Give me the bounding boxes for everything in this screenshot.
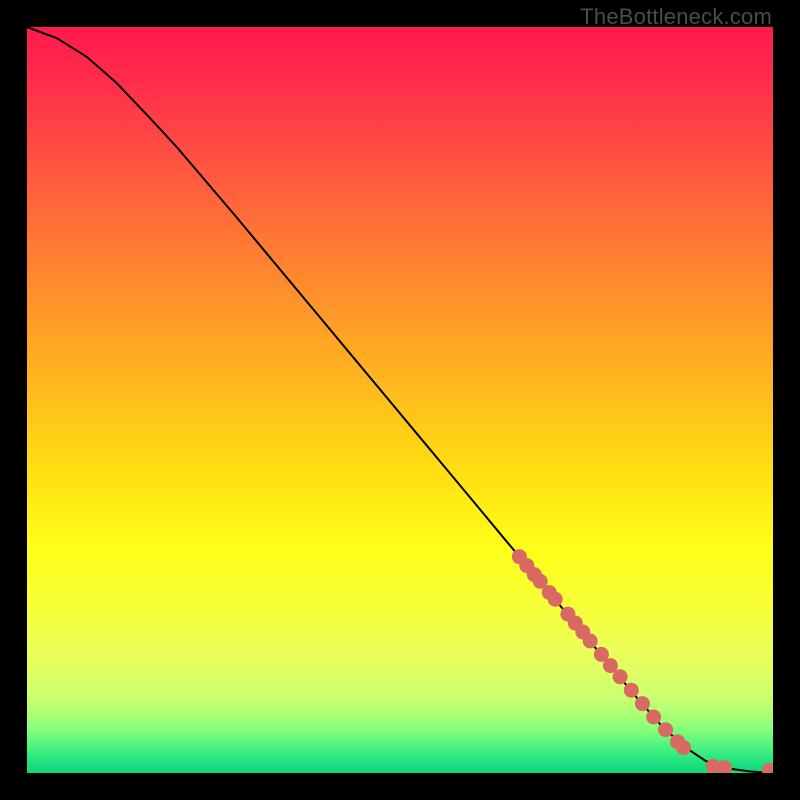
sample-point [519, 558, 534, 573]
bottleneck-curve [27, 27, 773, 773]
sample-point [575, 625, 590, 640]
sample-point [658, 722, 673, 737]
sample-point [613, 669, 628, 684]
sample-point [560, 607, 575, 622]
sample-point [706, 759, 721, 773]
sample-point [594, 647, 609, 662]
sample-point [603, 658, 618, 673]
sample-point [670, 734, 685, 749]
sample-markers [512, 549, 773, 773]
sample-point [527, 567, 542, 582]
chart-frame: TheBottleneck.com [0, 0, 800, 800]
plot-area [27, 27, 773, 773]
sample-point [542, 585, 557, 600]
sample-point [583, 634, 598, 649]
sample-point [512, 549, 527, 564]
sample-point [568, 616, 583, 631]
sample-point [548, 592, 563, 607]
attribution-label: TheBottleneck.com [580, 4, 772, 30]
sample-point [762, 763, 773, 773]
sample-point [676, 740, 691, 755]
sample-point [717, 760, 732, 773]
sample-point [635, 696, 650, 711]
curve-layer [27, 27, 773, 773]
sample-point [624, 683, 639, 698]
sample-point [646, 710, 661, 725]
sample-point [533, 574, 548, 589]
